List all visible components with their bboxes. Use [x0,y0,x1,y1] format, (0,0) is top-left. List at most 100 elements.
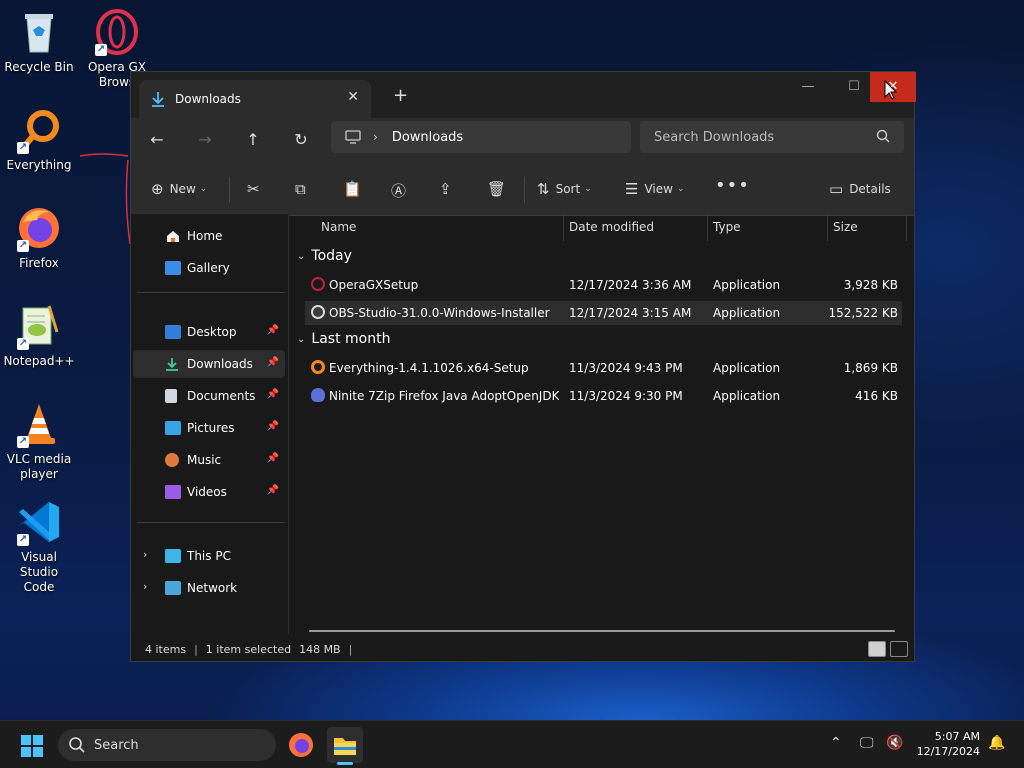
desktop-icon-label: Notepad++ [3,354,75,368]
sidebar-item-documents[interactable]: Documents 📌 [133,382,285,410]
chevron-down-icon: ⌄ [297,333,306,345]
group-header-last-month[interactable]: ⌄ Last month [297,331,390,347]
network-icon [165,581,181,595]
file-type: Application [713,389,781,403]
file-name: Everything-1.4.1.1026.x64-Setup [329,361,529,375]
system-clock[interactable]: 5:07 AM 12/17/2024 [906,729,980,759]
clipboard-icon: 📋 [343,180,362,198]
volume-muted-icon[interactable]: 🔇 [886,735,903,751]
table-row[interactable]: Ninite 7Zip Firefox Java AdoptOpenJDK x.… [305,384,902,408]
tiles-view-icon[interactable] [890,641,908,657]
sidebar-item-home[interactable]: Home [133,222,285,250]
chevron-right-icon[interactable]: › [143,548,147,561]
search-input[interactable]: Search Downloads [640,121,904,153]
pin-icon[interactable]: 📌 [267,485,279,496]
close-tab-icon[interactable]: ✕ [347,89,359,105]
everything-search-icon [311,360,325,374]
copy-button[interactable]: ⧉ [295,180,312,198]
share-button[interactable]: ⇪ [439,180,458,198]
pin-icon[interactable]: 📌 [267,357,279,368]
taskbar-search[interactable]: Search [58,729,276,761]
navigation-pane: Home Gallery Desktop 📌 Downloads 📌 Docum… [131,214,289,634]
minimize-button[interactable]: — [785,72,831,102]
sidebar-item-downloads[interactable]: Downloads 📌 [133,350,285,378]
chevron-right-icon[interactable]: › [143,580,147,593]
selection-size: 148 MB [299,642,341,656]
desktop-icon-vlc[interactable]: ↗ VLC media player [1,400,77,482]
tab-downloads[interactable]: Downloads ✕ [139,80,371,118]
sidebar-item-pictures[interactable]: Pictures 📌 [133,414,285,442]
horizontal-scrollbar[interactable] [309,630,895,632]
forward-arrow-icon[interactable]: → [191,128,219,152]
column-divider[interactable] [563,214,564,241]
more-options-icon[interactable]: ••• [715,175,750,196]
chevron-up-icon[interactable]: ⌃ [830,735,842,751]
sidebar-item-videos[interactable]: Videos 📌 [133,478,285,506]
windows-start-icon[interactable] [21,735,43,757]
cut-button[interactable]: ✂ [247,180,266,198]
new-tab-button[interactable]: + [393,85,408,106]
column-header-type[interactable]: Type [713,214,741,241]
table-row[interactable]: OBS-Studio-31.0.0-Windows-Installer 12/1… [305,301,902,325]
tab-title: Downloads [175,92,241,106]
pin-icon[interactable]: 📌 [267,389,279,400]
column-header-size[interactable]: Size [833,214,858,241]
column-divider[interactable] [906,214,907,241]
item-count: 4 items [145,642,187,656]
chevron-down-icon: ⌄ [199,184,208,194]
taskbar-firefox-icon[interactable] [283,727,319,763]
selection-count: 1 item selected [205,642,292,656]
column-divider[interactable] [827,214,828,241]
network-monitor-icon[interactable]: 🖵 [860,735,874,751]
sidebar-item-label: This PC [187,549,231,563]
notification-bell-icon[interactable]: 🔔 [988,735,1005,751]
search-placeholder: Search Downloads [654,129,775,145]
view-label: View [644,182,673,196]
column-header-date[interactable]: Date modified [569,214,654,241]
sidebar-item-label: Home [187,229,223,243]
file-date: 11/3/2024 9:43 PM [569,361,683,375]
sidebar-item-this-pc[interactable]: › This PC [133,542,285,570]
sidebar-item-desktop[interactable]: Desktop 📌 [133,318,285,346]
everything-search-icon: ↗ [15,106,63,154]
taskbar-file-explorer-icon[interactable] [327,727,363,765]
desktop-icon-everything[interactable]: ↗ Everything [1,106,77,173]
pin-icon[interactable]: 📌 [267,453,279,464]
paste-button[interactable]: 📋 [343,180,368,198]
sidebar-item-music[interactable]: Music 📌 [133,446,285,474]
table-row[interactable]: OperaGXSetup 12/17/2024 3:36 AM Applicat… [305,273,902,297]
column-divider[interactable] [707,214,708,241]
sort-button[interactable]: ⇅ Sort ⌄ [537,180,592,198]
details-pane-icon: ▭ [829,180,844,198]
column-header-name[interactable]: Name [321,214,356,241]
group-header-today[interactable]: ⌄ Today [297,248,352,264]
group-label: Today [311,248,352,264]
red-annotation-stroke [79,153,131,245]
refresh-icon[interactable]: ↻ [287,128,315,152]
up-arrow-icon[interactable]: ↑ [239,128,267,152]
pin-icon[interactable]: 📌 [267,325,279,336]
table-row[interactable]: Everything-1.4.1.1026.x64-Setup 11/3/202… [305,356,902,380]
file-size: 1,869 KB [843,361,898,375]
command-bar: ⊕ New ⌄ ✂ ⧉ 📋 Ⓐ ⇪ 🗑 ⇅ Sort ⌄ ☰ View ⌄ ••… [131,162,914,216]
view-button[interactable]: ☰ View ⌄ [625,180,684,198]
sidebar-item-label: Documents [187,389,256,403]
sidebar-item-gallery[interactable]: Gallery [133,254,285,282]
address-bar[interactable]: › Downloads [331,121,631,153]
details-view-icon[interactable] [868,641,886,657]
back-arrow-icon[interactable]: ← [143,128,171,152]
pin-icon[interactable]: 📌 [267,421,279,432]
desktop-icon-firefox[interactable]: ↗ Firefox [1,204,77,271]
details-button[interactable]: ▭ Details [829,180,891,198]
desktop-icon-vscode[interactable]: ↗ Visual Studio Code [1,498,77,595]
sidebar-item-network[interactable]: › Network [133,574,285,602]
shortcut-arrow-icon: ↗ [17,534,29,546]
desktop-icon-notepad-plus-plus[interactable]: ↗ Notepad++ [1,302,77,369]
new-button[interactable]: ⊕ New ⌄ [151,180,207,198]
opera-gx-icon: ↗ [93,8,141,56]
delete-button[interactable]: 🗑 [487,180,512,198]
rename-button[interactable]: Ⓐ [391,180,412,201]
desktop-icon-recycle-bin[interactable]: Recycle Bin [1,8,77,75]
document-icon [165,389,177,403]
chevron-down-icon: ⌄ [584,184,592,194]
